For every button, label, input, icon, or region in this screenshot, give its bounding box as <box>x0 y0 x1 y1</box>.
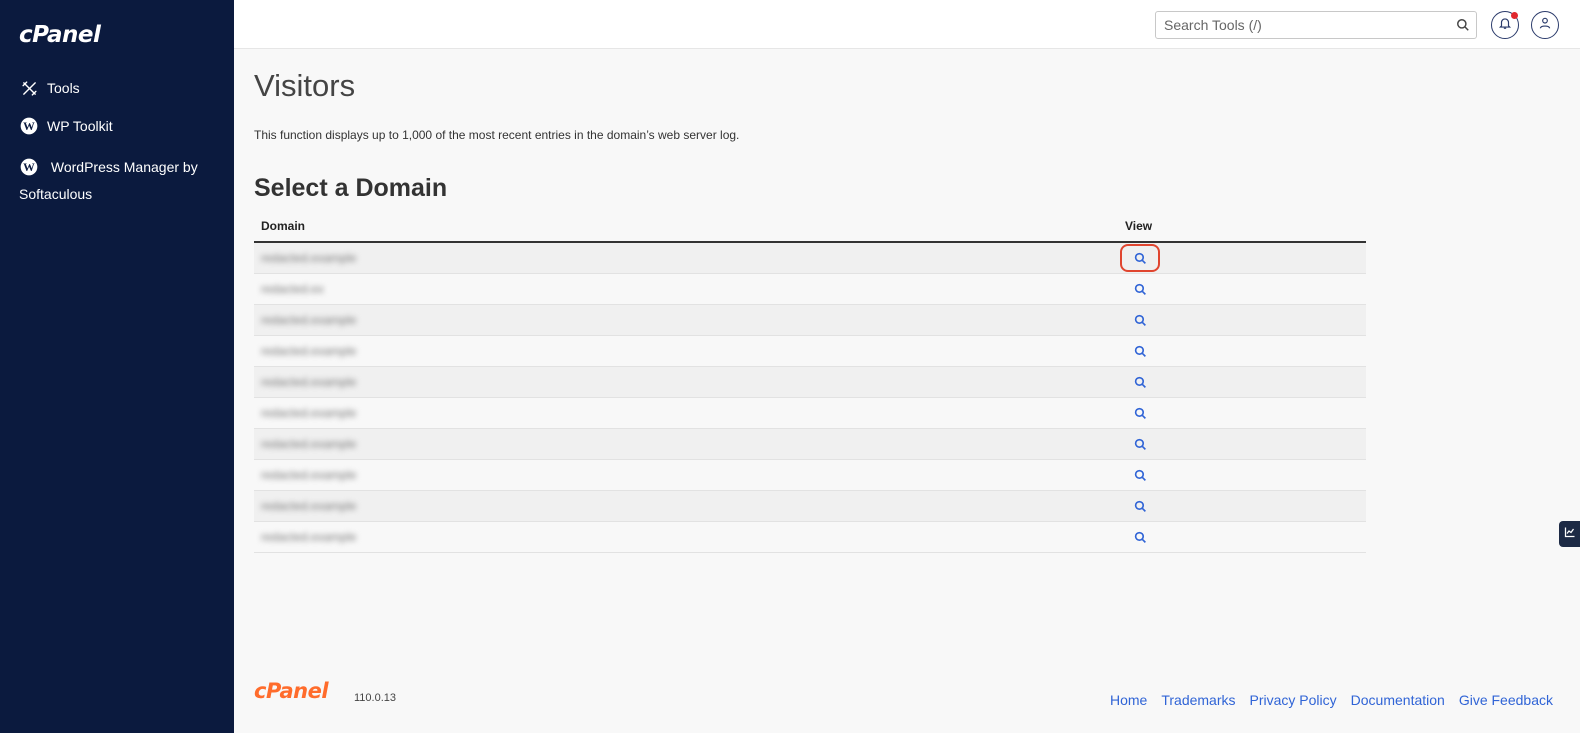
domain-name: redacted.example <box>261 375 357 389</box>
search-icon[interactable] <box>1450 18 1476 32</box>
view-button[interactable] <box>1120 337 1160 365</box>
view-cell <box>1120 491 1160 521</box>
view-cell <box>1120 522 1160 552</box>
domain-cell: redacted.example <box>254 528 1120 546</box>
footer-link-home[interactable]: Home <box>1110 692 1147 708</box>
domain-cell: redacted.example <box>254 497 1120 515</box>
domain-table: Domain View redacted.example redacted.ex r… <box>254 212 1366 553</box>
view-cell <box>1120 367 1160 397</box>
domain-name: redacted.example <box>261 251 357 265</box>
search-input[interactable] <box>1156 13 1450 37</box>
search-icon <box>1134 500 1147 513</box>
view-button[interactable] <box>1120 306 1160 334</box>
view-cell <box>1120 429 1160 459</box>
table-row: redacted.ex <box>254 274 1366 305</box>
domain-name: redacted.example <box>261 406 357 420</box>
view-cell <box>1120 336 1160 366</box>
sidebar-item-tools[interactable]: Tools <box>19 78 224 98</box>
view-cell <box>1120 274 1160 304</box>
domain-cell: redacted.example <box>254 404 1120 422</box>
table-row: redacted.example <box>254 460 1366 491</box>
notifications-button[interactable] <box>1491 11 1519 39</box>
table-row: redacted.example <box>254 522 1366 553</box>
table-row: redacted.example <box>254 336 1366 367</box>
sidebar: cPanel Tools W WP Toolkit W WordPress Ma… <box>0 0 234 733</box>
footer-link-documentation[interactable]: Documentation <box>1351 692 1445 708</box>
domain-cell: redacted.example <box>254 373 1120 391</box>
sidebar-item-wp-toolkit[interactable]: W WP Toolkit <box>19 116 224 136</box>
version-label: 110.0.13 <box>354 692 397 704</box>
svg-text:W: W <box>23 161 35 174</box>
view-button[interactable] <box>1120 275 1160 303</box>
domain-name: redacted.ex <box>261 282 324 296</box>
table-header: Domain View <box>254 212 1366 243</box>
search-icon <box>1134 345 1147 358</box>
domain-name: redacted.example <box>261 468 357 482</box>
sidebar-item-label: WP Toolkit <box>47 118 113 134</box>
sidebar-nav: Tools W WP Toolkit W WordPress Manager b… <box>19 78 224 226</box>
domain-cell: redacted.example <box>254 311 1120 329</box>
table-row: redacted.example <box>254 367 1366 398</box>
footer-cpanel-logo: cPanel <box>254 679 329 703</box>
column-header-domain: Domain <box>261 219 306 233</box>
view-cell <box>1120 460 1160 490</box>
table-row: redacted.example <box>254 429 1366 460</box>
search-icon <box>1134 376 1147 389</box>
footer-link-trademarks[interactable]: Trademarks <box>1161 692 1235 708</box>
section-title: Select a Domain <box>254 174 448 202</box>
footer-link-privacy-policy[interactable]: Privacy Policy <box>1250 692 1337 708</box>
search-box[interactable] <box>1155 11 1477 39</box>
view-button[interactable] <box>1120 399 1160 427</box>
table-row: redacted.example <box>254 243 1366 274</box>
domain-name: redacted.example <box>261 530 357 544</box>
sidebar-item-label: Tools <box>47 80 80 96</box>
domain-cell: redacted.example <box>254 249 1120 267</box>
svg-text:W: W <box>23 120 35 133</box>
search-icon <box>1134 469 1147 482</box>
view-cell <box>1120 398 1160 428</box>
domain-name: redacted.example <box>261 437 357 451</box>
view-button[interactable] <box>1120 523 1160 551</box>
tools-icon <box>19 78 39 98</box>
table-row: redacted.example <box>254 305 1366 336</box>
table-row: redacted.example <box>254 491 1366 522</box>
domain-name: redacted.example <box>261 344 357 358</box>
bell-icon <box>1498 16 1512 35</box>
search-icon <box>1134 283 1147 296</box>
wordpress-icon: W <box>19 157 39 177</box>
footer-links: Home Trademarks Privacy Policy Documenta… <box>1110 692 1553 708</box>
table-row: redacted.example <box>254 398 1366 429</box>
page-description: This function displays up to 1,000 of th… <box>254 128 740 142</box>
column-header-view: View <box>1125 219 1153 233</box>
wordpress-icon: W <box>19 116 39 136</box>
search-icon <box>1134 438 1147 451</box>
domain-cell: redacted.ex <box>254 280 1120 298</box>
domain-cell: redacted.example <box>254 435 1120 453</box>
sidebar-item-label: WordPress Manager by Softaculous <box>19 159 198 202</box>
view-cell <box>1120 243 1160 273</box>
domain-name: redacted.example <box>261 499 357 513</box>
view-button[interactable] <box>1120 492 1160 520</box>
domain-name: redacted.example <box>261 313 357 327</box>
user-icon <box>1538 16 1552 35</box>
view-button[interactable] <box>1120 244 1160 272</box>
view-button[interactable] <box>1120 430 1160 458</box>
user-menu-button[interactable] <box>1531 11 1559 39</box>
search-icon <box>1134 314 1147 327</box>
search-icon <box>1134 407 1147 420</box>
notification-badge <box>1511 12 1518 19</box>
view-button[interactable] <box>1120 461 1160 489</box>
footer-link-give-feedback[interactable]: Give Feedback <box>1459 692 1553 708</box>
domain-cell: redacted.example <box>254 466 1120 484</box>
search-icon <box>1134 531 1147 544</box>
chart-icon <box>1564 525 1576 543</box>
domain-cell: redacted.example <box>254 342 1120 360</box>
cpanel-logo[interactable]: cPanel <box>19 22 101 48</box>
view-cell <box>1120 305 1160 335</box>
page-title: Visitors <box>254 68 356 103</box>
sidebar-item-wordpress-manager[interactable]: W WordPress Manager by Softaculous <box>19 154 224 208</box>
search-icon <box>1134 252 1147 265</box>
analytics-side-tab[interactable] <box>1559 521 1580 547</box>
view-button[interactable] <box>1120 368 1160 396</box>
